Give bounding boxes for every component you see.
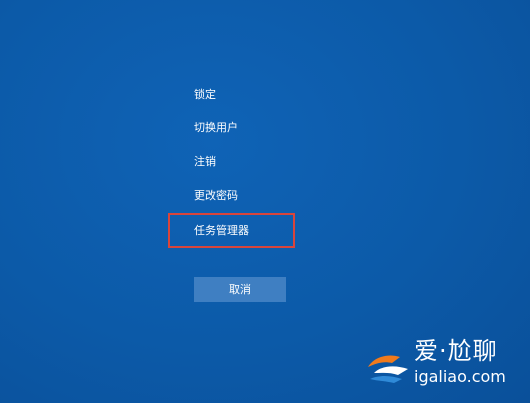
menu-item-sign-out[interactable]: 注销 <box>194 155 216 169</box>
task-manager-highlight-box <box>168 213 295 248</box>
watermark: 爱·尬聊 igaliao.com <box>364 335 522 395</box>
igaliao-logo-icon <box>368 355 408 383</box>
ctrl-alt-del-screen: 锁定 切换用户 注销 更改密码 任务管理器 取消 爱·尬聊 igaliao.co… <box>0 0 530 403</box>
watermark-chinese-text: 爱·尬聊 <box>414 337 498 365</box>
cancel-button[interactable]: 取消 <box>194 277 286 302</box>
menu-item-lock[interactable]: 锁定 <box>194 88 216 102</box>
watermark-url-text: igaliao.com <box>414 367 506 386</box>
menu-item-switch-user[interactable]: 切换用户 <box>194 121 238 135</box>
menu-item-change-password[interactable]: 更改密码 <box>194 189 238 203</box>
